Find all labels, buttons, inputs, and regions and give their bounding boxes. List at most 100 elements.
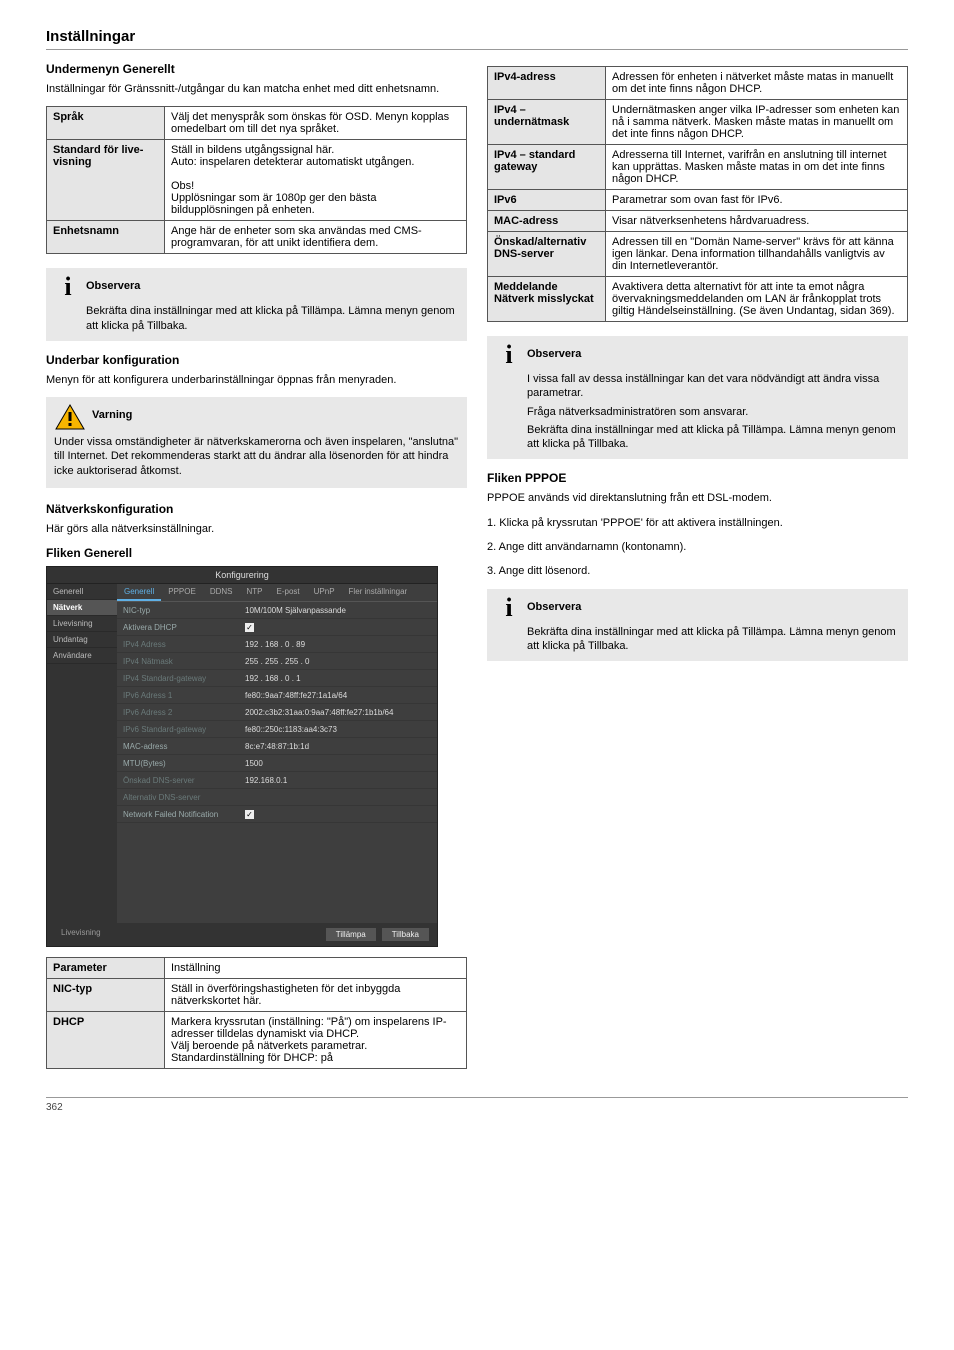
- ss-field-label: IPv4 Nätmask: [117, 655, 239, 668]
- bottom-def-table: ParameterInställning NIC-typStäll in öve…: [46, 957, 467, 1069]
- note-line: I vissa fall av dessa inställningar kan …: [527, 372, 900, 401]
- sidebar-item[interactable]: Användare: [47, 648, 117, 664]
- page-header: Inställningar: [46, 28, 908, 50]
- ss-form-row: IPv4 Standard-gateway192 . 168 . 0 . 1: [117, 670, 437, 687]
- ss-window-title: Konfigurering: [47, 567, 437, 584]
- table-row: Standard för live-visningStäll in bilden…: [47, 140, 467, 221]
- ss-form-row: IPv4 Nätmask255 . 255 . 255 . 0: [117, 653, 437, 670]
- warning-box: Varning Under vissa omständigheter är nä…: [46, 397, 467, 488]
- subhead-gentab: Fliken Generell: [46, 546, 467, 560]
- tab[interactable]: UPnP: [307, 584, 342, 601]
- table-row: SpråkVälj det menyspråk som önskas för O…: [47, 107, 467, 140]
- ss-field-value[interactable]: 8c:e7:48:87:1b:1d: [239, 740, 437, 753]
- pppoe-step: 2. Ange ditt användarnamn (kontonamn).: [487, 540, 908, 554]
- ss-field-label: Network Failed Notification: [117, 808, 239, 821]
- ss-field-label: MAC-adress: [117, 740, 239, 753]
- page-footer: 362: [46, 1097, 908, 1113]
- ss-field-value[interactable]: [239, 795, 437, 799]
- ss-field-value[interactable]: 10M/100M Självanpassande: [239, 604, 437, 617]
- tab[interactable]: DDNS: [203, 584, 240, 601]
- ss-field-label: Aktivera DHCP: [117, 621, 239, 634]
- note-title: Observera: [527, 601, 581, 613]
- sidebar-item[interactable]: Livevisning: [47, 616, 117, 632]
- ss-form-row: Alternativ DNS-server: [117, 789, 437, 806]
- ss-field-value[interactable]: 192 . 168 . 0 . 89: [239, 638, 437, 651]
- table-row: EnhetsnamnAnge här de enheter som ska an…: [47, 221, 467, 254]
- ss-field-label: IPv6 Standard-gateway: [117, 723, 239, 736]
- intro-paragraph: Inställningar för Gränssnitt-/utgångar d…: [46, 82, 467, 96]
- tab[interactable]: Fler inställningar: [342, 584, 415, 601]
- subhead-netconf: Nätverkskonfiguration: [46, 502, 467, 516]
- right-column: IPv4-adressAdressen för enheten i nätver…: [487, 62, 908, 673]
- warning-title: Varning: [92, 409, 132, 421]
- table-row: Önskad/alternativ DNS-serverAdressen til…: [488, 232, 908, 277]
- pppoe-step: 1. Klicka på kryssrutan 'PPPOE' för att …: [487, 516, 908, 530]
- table-row: NIC-typStäll in överföringshastigheten f…: [47, 979, 467, 1012]
- note-box: i Observera Bekräfta dina inställningar …: [487, 589, 908, 662]
- sidebar-item[interactable]: Nätverk: [47, 600, 117, 616]
- note-title: Observera: [527, 348, 581, 360]
- ss-form-row: Network Failed Notification ✓: [117, 806, 437, 823]
- ss-form-row: IPv4 Adress192 . 168 . 0 . 89: [117, 636, 437, 653]
- tab[interactable]: Generell: [117, 584, 161, 601]
- ss-form-row: IPv6 Adress 1fe80::9aa7:48ff:fe27:1a1a/6…: [117, 687, 437, 704]
- tab[interactable]: NTP: [240, 584, 270, 601]
- apply-button[interactable]: Tillämpa: [326, 928, 376, 941]
- ss-form: NIC-typ10M/100M SjälvanpassandeAktivera …: [117, 602, 437, 823]
- embedded-screenshot: Konfigurering Generell Nätverk Livevisni…: [46, 566, 438, 947]
- sidebar-item[interactable]: Generell: [47, 584, 117, 600]
- ss-form-row: MTU(Bytes)1500: [117, 755, 437, 772]
- ss-field-label: NIC-typ: [117, 604, 239, 617]
- ss-field-value[interactable]: 192 . 168 . 0 . 1: [239, 672, 437, 685]
- ss-field-label: Alternativ DNS-server: [117, 791, 239, 804]
- info-icon: i: [54, 274, 82, 300]
- info-icon: i: [495, 595, 523, 621]
- ss-field-value[interactable]: fe80::9aa7:48ff:fe27:1a1a/64: [239, 689, 437, 702]
- subhead-intro: Undermenyn Generellt: [46, 62, 467, 76]
- ss-form-row: Önskad DNS-server192.168.0.1: [117, 772, 437, 789]
- ss-sidebar: Generell Nätverk Livevisning Undantag An…: [47, 584, 117, 923]
- page-title: Inställningar: [46, 28, 908, 45]
- page-number: 362: [46, 1102, 63, 1113]
- tab[interactable]: E-post: [270, 584, 307, 601]
- ss-field-value[interactable]: 192.168.0.1: [239, 774, 437, 787]
- table-row: DHCPMarkera kryssrutan (inställning: "På…: [47, 1012, 467, 1069]
- ss-field-value[interactable]: 1500: [239, 757, 437, 770]
- ss-field-value[interactable]: 255 . 255 . 255 . 0: [239, 655, 437, 668]
- ss-field-label: IPv4 Standard-gateway: [117, 672, 239, 685]
- pppoe-step: 3. Ange ditt lösenord.: [487, 564, 908, 578]
- note-body: Bekräfta dina inställningar med att klic…: [527, 625, 900, 654]
- right-def-table: IPv4-adressAdressen för enheten i nätver…: [487, 66, 908, 322]
- checkbox-icon[interactable]: ✓: [245, 623, 254, 632]
- ss-main: Generell PPPOE DDNS NTP E-post UPnP Fler…: [117, 584, 437, 923]
- ss-field-value[interactable]: ✓: [239, 808, 437, 821]
- note-body: Bekräfta dina inställningar med att klic…: [86, 304, 459, 333]
- warning-icon: [54, 403, 86, 431]
- subhead-underbar: Underbar konfiguration: [46, 353, 467, 367]
- sidebar-item[interactable]: Undantag: [47, 632, 117, 648]
- left-column: Undermenyn Generellt Inställningar för G…: [46, 62, 467, 1083]
- note-line: Bekräfta dina inställningar med att klic…: [527, 423, 900, 452]
- checkbox-icon[interactable]: ✓: [245, 810, 254, 819]
- tab[interactable]: PPPOE: [161, 584, 203, 601]
- ss-field-value[interactable]: ✓: [239, 621, 437, 634]
- table-row: IPv6Parametrar som ovan fast för IPv6.: [488, 190, 908, 211]
- warning-body: Under vissa omständigheter är nätverkska…: [54, 435, 459, 478]
- ss-field-value[interactable]: fe80::250c:1183:aa4:3c73: [239, 723, 437, 736]
- table-row: IPv4 – standard gatewayAdresserna till I…: [488, 145, 908, 190]
- ss-form-row: IPv6 Standard-gatewayfe80::250c:1183:aa4…: [117, 721, 437, 738]
- note-line: Fråga nätverksadministratören som ansvar…: [527, 405, 900, 419]
- table-row: IPv4 – undernätmaskUndernätmasken anger …: [488, 100, 908, 145]
- ss-form-row: NIC-typ10M/100M Självanpassande: [117, 602, 437, 619]
- ss-tabs: Generell PPPOE DDNS NTP E-post UPnP Fler…: [117, 584, 437, 602]
- back-button[interactable]: Tillbaka: [382, 928, 429, 941]
- ss-footer-left: Livevisning: [55, 928, 101, 941]
- ss-footer: Livevisning Tillämpa Tillbaka: [47, 923, 437, 946]
- ss-form-row: MAC-adress8c:e7:48:87:1b:1d: [117, 738, 437, 755]
- ss-field-label: IPv6 Adress 1: [117, 689, 239, 702]
- table-row: IPv4-adressAdressen för enheten i nätver…: [488, 67, 908, 100]
- note-box: i Observera Bekräfta dina inställningar …: [46, 268, 467, 341]
- table-row: Meddelande Nätverk misslyckatAvaktivera …: [488, 277, 908, 322]
- ss-field-value[interactable]: 2002:c3b2:31aa:0:9aa7:48ff:fe27:1b1b/64: [239, 706, 437, 719]
- ss-field-label: IPv6 Adress 2: [117, 706, 239, 719]
